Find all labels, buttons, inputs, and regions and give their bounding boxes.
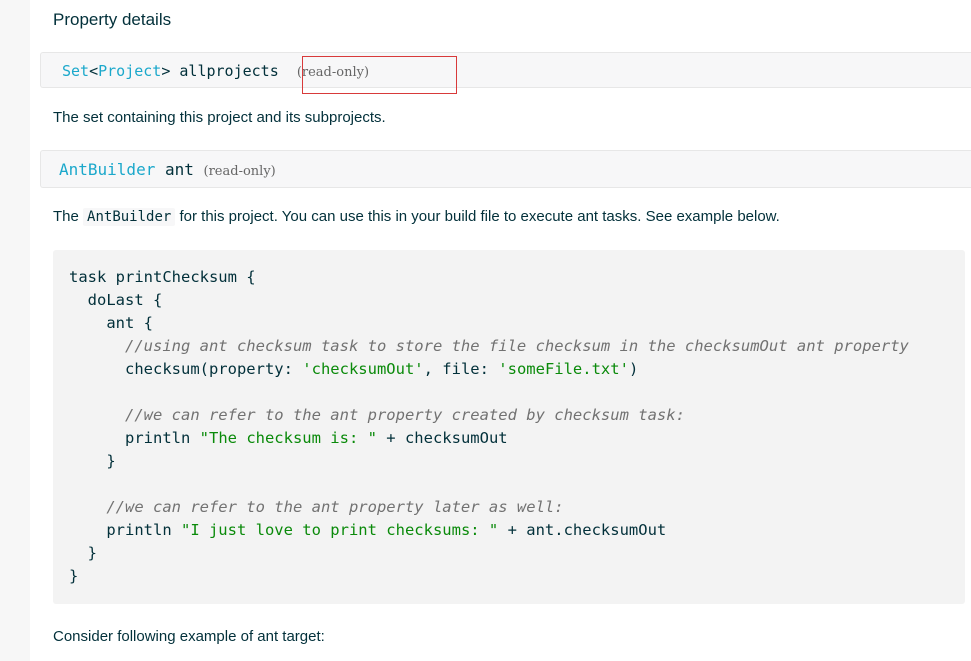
description-prefix: The [53,208,79,225]
code-line: //using ant checksum task to store the f… [69,335,965,358]
code-line: task printChecksum { [69,266,965,289]
code-token-plain: + ant.checksumOut [498,521,667,539]
code-line: doLast { [69,289,965,312]
code-line: ant { [69,312,965,335]
code-line: } [69,565,965,588]
code-token-plain: , file: [423,360,499,378]
property-description-allprojects: The set containing this project and its … [53,109,386,126]
code-line: println "The checksum is: " + checksumOu… [69,427,965,450]
code-token-plain: println [69,429,200,447]
type-link-set[interactable]: Set [62,62,89,80]
type-close-bracket: > [161,62,171,80]
code-line: //we can refer to the ant property later… [69,496,965,519]
code-line: checksum(property: 'checksumOut', file: … [69,358,965,381]
property-name-allprojects[interactable]: allprojects [179,62,278,80]
code-token-plain: } [69,452,116,470]
property-signature-ant: AntBuilder ant (read-only) [40,150,971,188]
code-token-plain: } [69,544,97,562]
code-token-plain: ant { [69,314,153,332]
code-token-string: "I just love to print checksums: " [180,521,499,539]
annotation-highlight-box [302,56,457,94]
description-suffix: for this project. You can use this in yo… [179,208,780,225]
type-open-bracket: < [89,62,99,80]
code-token-plain: println [69,521,181,539]
code-example-block: task printChecksum { doLast { ant { //us… [53,250,965,604]
code-token-comment: //using ant checksum task to store the f… [69,337,909,355]
property-description-ant: The AntBuilder for this project. You can… [53,208,780,226]
code-token-string: 'checksumOut' [302,360,424,378]
section-title: Property details [53,10,172,29]
code-token-comment: //we can refer to the ant property later… [69,498,564,516]
code-line: //we can refer to the ant property creat… [69,404,965,427]
type-link-antbuilder[interactable]: AntBuilder [59,160,155,179]
property-signature-allprojects: Set<Project> allprojects (read-only) [40,52,971,88]
footer-text: Consider following example of ant target… [53,628,325,645]
type-link-project[interactable]: Project [98,62,161,80]
property-name-ant[interactable]: ant [165,160,194,179]
inline-code-antbuilder: AntBuilder [83,208,176,226]
code-line: } [69,450,965,473]
code-token-plain: task printChecksum { [69,268,256,286]
read-only-modifier: (read-only) [203,164,276,179]
code-token-plain: + checksumOut [376,429,508,447]
content-page: Property details Set<Project> allproject… [30,0,971,661]
code-line: } [69,542,965,565]
code-token-plain: } [69,567,79,585]
code-token-plain: doLast { [69,291,163,309]
code-line: println "I just love to print checksums:… [69,519,965,542]
code-token-string: 'someFile.txt' [498,360,629,378]
code-token-comment: //we can refer to the ant property creat… [69,406,685,424]
code-token-plain: ) [628,360,639,378]
code-token-string: "The checksum is: " [199,429,377,447]
code-token-plain: checksum(property: [69,360,303,378]
